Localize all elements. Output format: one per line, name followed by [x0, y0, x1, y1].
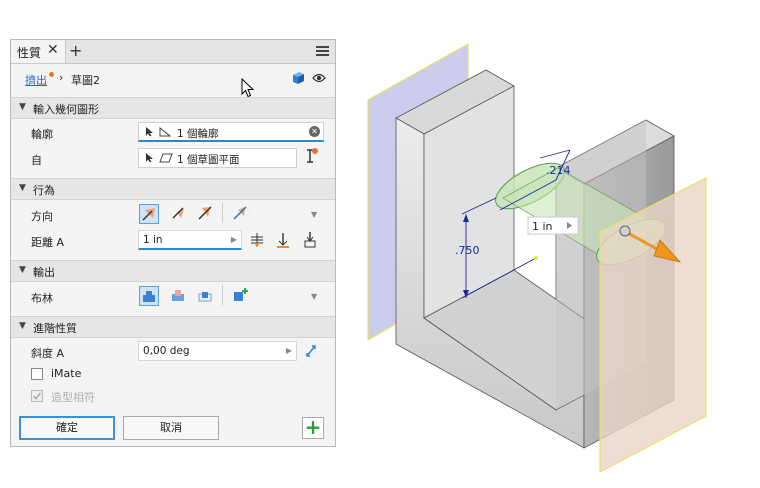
boolean-cut-button[interactable] [169, 286, 189, 306]
sketch-plane-icon [159, 153, 173, 163]
new-solid-icon [234, 288, 248, 301]
direction-default-button[interactable] [139, 204, 159, 224]
dimension-width-label[interactable]: .214 [546, 164, 571, 177]
section-input-geometry[interactable]: ▼ 輸入幾何圖形 [11, 97, 335, 119]
match-shape-label: 造型相符 [51, 391, 95, 404]
new-solid-button[interactable] [231, 286, 251, 306]
eye-icon[interactable] [312, 73, 326, 83]
clear-icon[interactable]: ✕ [309, 126, 320, 137]
dimension-point [534, 256, 538, 260]
boolean-join-button[interactable] [139, 286, 159, 306]
breadcrumb-separator: › [59, 71, 64, 84]
distance-input[interactable]: 1 in ▶ [138, 230, 242, 250]
distance-menu-icon[interactable]: ▶ [231, 235, 237, 244]
imate-checkbox[interactable] [31, 368, 43, 380]
direction-default-icon [142, 208, 155, 221]
tab-bar: 性質 ✕ + [11, 40, 335, 64]
section-advanced[interactable]: ▼ 進階性質 [11, 316, 335, 338]
breadcrumb-extrude-link[interactable]: 擠出 [25, 72, 47, 88]
direction-asymmetric-icon [233, 206, 247, 220]
direction-asymmetric-button[interactable] [231, 204, 251, 224]
select-cursor-icon [146, 127, 153, 137]
distance-through-icon[interactable] [249, 232, 265, 248]
section-title: 輸入幾何圖形 [33, 103, 99, 116]
add-tab-icon[interactable]: + [69, 41, 82, 60]
model-viewport[interactable]: .750 .214 1 in [340, 30, 760, 488]
cancel-button[interactable]: 取消 [123, 416, 219, 440]
collapse-arrow-icon[interactable]: ▼ [19, 321, 26, 331]
direction-dropdown-icon[interactable]: ▼ [311, 210, 317, 219]
properties-panel: 性質 ✕ + 擠出 › 草圖2 ▼ 輸入幾何圖形 輪廓 1 個輪廓 ✕ 自 1 … [10, 39, 336, 447]
profile-label: 輪廓 [31, 128, 53, 141]
cut-icon [172, 290, 184, 301]
section-title: 進階性質 [33, 322, 77, 335]
warning-dot-icon [49, 72, 54, 77]
profile-selector[interactable]: 1 個輪廓 ✕ [138, 122, 324, 142]
taper-input[interactable]: 0,00 deg ▶ [138, 341, 297, 361]
direction-flipped-icon [172, 207, 184, 219]
taper-menu-icon[interactable]: ▶ [286, 346, 292, 355]
collapse-arrow-icon[interactable]: ▼ [19, 265, 26, 275]
join-icon [143, 291, 155, 302]
hamburger-menu-icon[interactable] [316, 46, 329, 56]
match-shape-checkbox [31, 390, 43, 402]
drag-handle-sphere[interactable] [619, 225, 631, 237]
breadcrumb-sketch: 草圖2 [71, 74, 100, 87]
apply-plus-button[interactable]: + [302, 417, 324, 439]
boolean-intersect-button[interactable] [196, 286, 216, 306]
check-icon [32, 392, 42, 400]
intersect-icon [198, 292, 212, 302]
mouse-cursor-icon [241, 78, 255, 98]
from-selector[interactable]: 1 個草圖平面 [138, 148, 297, 168]
divider [222, 285, 223, 305]
tab-label: 性質 [17, 46, 42, 60]
close-icon[interactable]: ✕ [47, 42, 59, 58]
ok-button[interactable]: 確定 [19, 416, 115, 440]
distance-to-icon[interactable] [275, 232, 291, 248]
from-label: 自 [31, 154, 42, 167]
cube-icon[interactable] [291, 71, 305, 85]
tab-properties[interactable]: 性質 ✕ [11, 40, 66, 63]
collapse-arrow-icon[interactable]: ▼ [19, 102, 26, 112]
divider [222, 203, 223, 223]
profile-value: 1 個輪廓 [177, 128, 219, 140]
taper-value: 0,00 deg [143, 345, 190, 357]
from-value: 1 個草圖平面 [177, 154, 240, 166]
section-output[interactable]: ▼ 輸出 [11, 260, 335, 282]
profile-shape-icon [159, 127, 171, 137]
direction-label: 方向 [31, 210, 53, 223]
section-behavior[interactable]: ▼ 行為 [11, 178, 335, 200]
distance-between-icon[interactable] [302, 231, 318, 249]
direction-symmetric-button[interactable] [196, 204, 216, 224]
section-title: 輸出 [33, 266, 55, 279]
boolean-label: 布林 [31, 292, 53, 305]
distance-value: 1 in [143, 234, 163, 246]
flip-taper-icon[interactable] [304, 343, 318, 359]
direction-symmetric-icon [198, 206, 212, 220]
distance-inline-value: 1 in [532, 220, 553, 233]
breadcrumb: 擠出 › 草圖2 [11, 63, 335, 95]
collapse-arrow-icon[interactable]: ▼ [19, 183, 26, 193]
select-cursor-icon [146, 153, 153, 163]
taper-label: 斜度 A [31, 347, 65, 360]
imate-label: iMate [51, 367, 82, 380]
boolean-dropdown-icon[interactable]: ▼ [311, 292, 317, 301]
section-title: 行為 [33, 184, 55, 197]
dimension-height-label[interactable]: .750 [455, 244, 480, 257]
distance-label: 距離 A [31, 236, 65, 249]
plane-orientation-icon[interactable] [304, 147, 320, 165]
direction-flipped-button[interactable] [169, 204, 189, 224]
